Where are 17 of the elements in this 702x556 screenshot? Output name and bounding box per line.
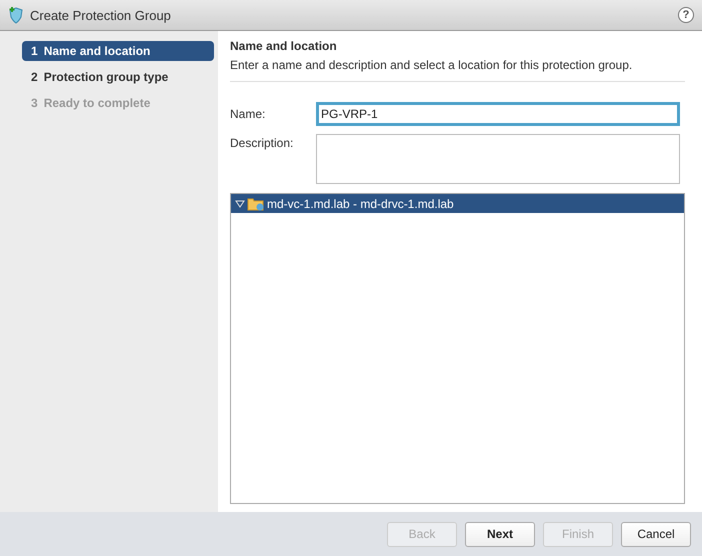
page-heading: Name and location: [230, 39, 338, 53]
window-title: Create Protection Group: [30, 8, 172, 22]
wizard-button[interactable]: Cancel: [621, 522, 691, 546]
help-button[interactable]: ?: [678, 7, 694, 23]
wizard-step[interactable]: 2 Protection group type: [22, 67, 214, 87]
description-field[interactable]: [316, 134, 680, 184]
name-field[interactable]: PG-VRP-1: [316, 102, 680, 126]
description-label: Description:: [230, 135, 294, 150]
folder-icon: [247, 196, 265, 210]
shield-icon: [8, 6, 24, 24]
tree-item[interactable]: md-vc-1.md.lab - md-drvc-1.md.lab: [231, 194, 684, 213]
tree-item-label: md-vc-1.md.lab - md-drvc-1.md.lab: [267, 196, 454, 210]
expand-arrow-icon[interactable]: [235, 200, 245, 208]
name-label: Name:: [230, 106, 266, 121]
wizard-step[interactable]: 1 Name and location: [22, 41, 214, 61]
wizard-button[interactable]: Next: [465, 522, 535, 546]
page-subtitle: Enter a name and description and select a location for this protection group.: [230, 58, 685, 82]
